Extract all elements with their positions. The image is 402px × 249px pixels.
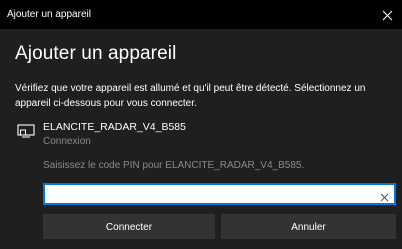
instructions-text: Vérifiez que votre appareil est allumé e… (15, 83, 366, 109)
cancel-button[interactable]: Annuler (221, 214, 396, 239)
page-title: Ajouter un appareil (15, 43, 177, 64)
connect-button[interactable]: Connecter (43, 214, 215, 239)
close-icon[interactable] (382, 8, 393, 21)
add-device-dialog: Ajouter un appareil Ajouter un appareil … (0, 0, 402, 249)
display-device-icon (17, 124, 35, 138)
pin-input[interactable] (45, 185, 375, 203)
pin-input-box (43, 183, 396, 205)
device-list-item[interactable]: ELANCITE_RADAR_V4_B585 Connexion (15, 121, 395, 155)
title-bar: Ajouter un appareil (0, 0, 402, 29)
window-title: Ajouter un appareil (7, 9, 91, 20)
device-name: ELANCITE_RADAR_V4_B585 (43, 121, 186, 133)
device-status: Connexion (43, 136, 91, 147)
clear-icon[interactable] (380, 189, 389, 202)
pin-prompt: Saisissez le code PIN pour ELANCITE_RADA… (43, 160, 305, 171)
